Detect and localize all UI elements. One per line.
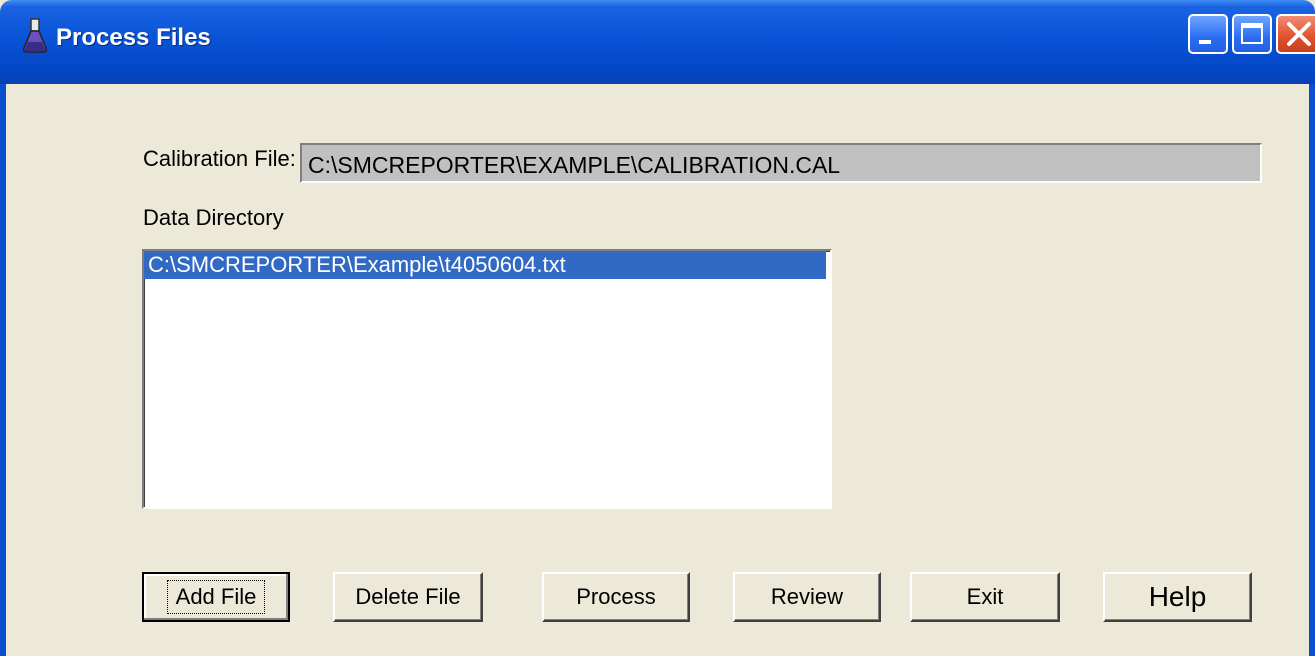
calibration-file-field[interactable]: C:\SMCREPORTER\EXAMPLE\CALIBRATION.CAL xyxy=(300,143,1262,183)
delete-file-label: Delete File xyxy=(355,584,461,609)
exit-button[interactable]: Exit xyxy=(910,572,1060,622)
delete-file-button[interactable]: Delete File xyxy=(333,572,483,622)
window-frame-left xyxy=(0,84,6,656)
review-button[interactable]: Review xyxy=(733,572,881,622)
help-button[interactable]: Help xyxy=(1103,572,1252,622)
data-directory-label: Data Directory xyxy=(143,205,284,230)
process-files-window: Process Files Calibration File: C:\SMCRE… xyxy=(0,0,1315,656)
process-button[interactable]: Process xyxy=(542,572,690,622)
minimize-icon xyxy=(1199,40,1211,44)
close-button[interactable] xyxy=(1276,14,1315,54)
close-icon xyxy=(1287,22,1311,46)
data-files-listbox[interactable]: C:\SMCREPORTER\Example\t4050604.txt xyxy=(142,249,832,509)
exit-label: Exit xyxy=(966,584,1004,609)
maximize-icon xyxy=(1241,23,1263,44)
minimize-button[interactable] xyxy=(1188,14,1228,54)
flask-icon xyxy=(23,18,47,53)
review-label: Review xyxy=(770,584,844,609)
add-file-button[interactable]: Add File xyxy=(142,572,290,622)
add-file-label: Add File xyxy=(166,580,266,614)
help-label: Help xyxy=(1148,581,1207,612)
list-item[interactable]: C:\SMCREPORTER\Example\t4050604.txt xyxy=(144,251,826,279)
window-frame-right xyxy=(1309,84,1315,656)
window-title: Process Files xyxy=(56,24,211,51)
maximize-button[interactable] xyxy=(1232,14,1272,54)
title-bar[interactable]: Process Files xyxy=(0,0,1315,84)
calibration-file-label: Calibration File: xyxy=(143,146,296,171)
process-label: Process xyxy=(576,584,656,609)
